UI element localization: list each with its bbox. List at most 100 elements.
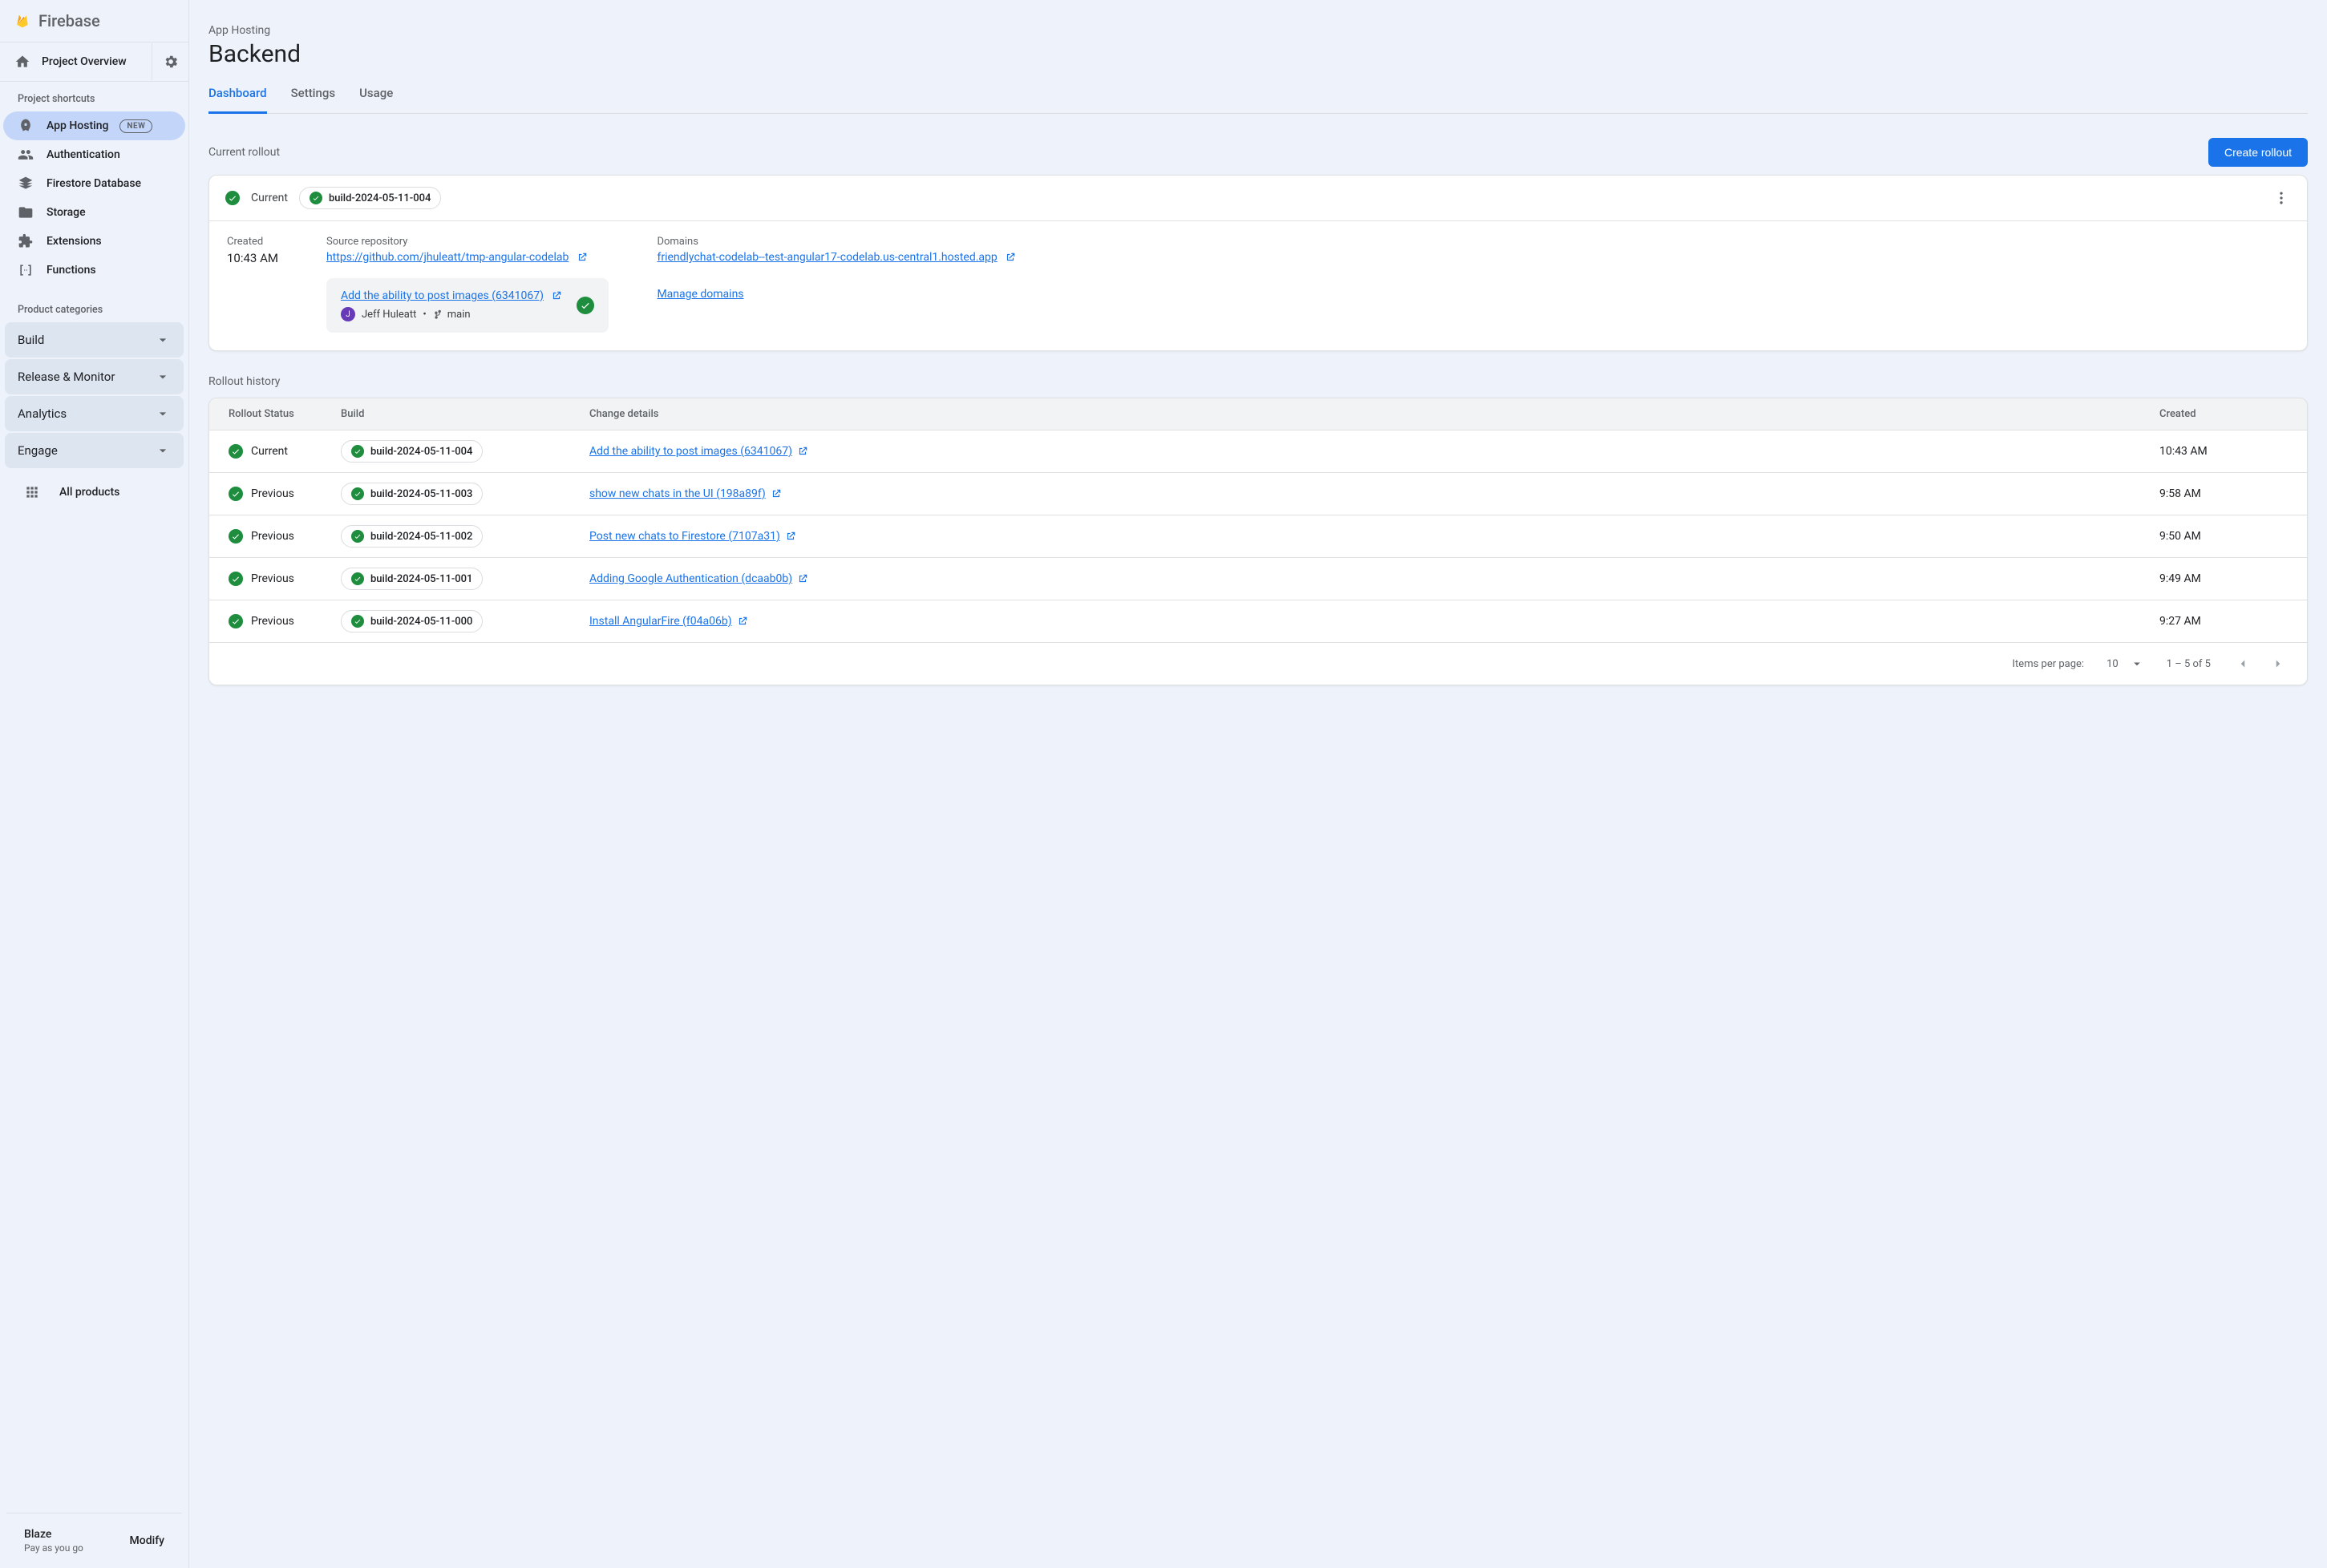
project-overview-label: Project Overview xyxy=(42,55,127,68)
repo-label: Source repository xyxy=(326,236,609,248)
external-link-icon xyxy=(797,446,808,457)
row-created: 9:58 AM xyxy=(2159,487,2288,500)
repo-link[interactable]: https://github.com/jhuleatt/tmp-angular-… xyxy=(326,251,569,264)
branch-icon xyxy=(433,309,444,320)
chevron-down-icon xyxy=(155,332,171,348)
change-link[interactable]: Add the ability to post images (6341067) xyxy=(589,445,792,458)
current-rollout-label: Current rollout xyxy=(208,146,280,159)
page-title: Backend xyxy=(208,40,2308,68)
status-check-icon xyxy=(229,529,243,544)
nav-label: Authentication xyxy=(47,148,120,161)
brand[interactable]: Firebase xyxy=(0,0,188,42)
table-row[interactable]: Previous build-2024-05-11-000 Install Angu… xyxy=(209,600,2307,642)
commit-author: Jeff Huleatt xyxy=(362,309,416,321)
col-status: Rollout Status xyxy=(229,408,341,420)
shortcuts-label: Project shortcuts xyxy=(0,82,188,111)
domains-label: Domains xyxy=(657,236,2289,248)
build-id: build-2024-05-11-001 xyxy=(370,573,472,585)
status-check-icon xyxy=(351,487,364,500)
commit-box: Add the ability to post images (6341067)… xyxy=(326,278,609,333)
status-check-icon xyxy=(229,614,243,628)
dropdown-icon xyxy=(2130,657,2144,671)
project-overview-button[interactable]: Project Overview xyxy=(0,42,152,81)
external-link-icon xyxy=(737,616,748,627)
build-pill[interactable]: build-2024-05-11-004 xyxy=(341,440,483,463)
sidebar-item-firestore[interactable]: Firestore Database xyxy=(3,169,185,198)
commit-branch: main xyxy=(447,309,471,321)
row-created: 9:50 AM xyxy=(2159,530,2288,543)
build-id: build-2024-05-11-002 xyxy=(370,531,472,543)
row-status: Previous xyxy=(251,530,294,543)
created-value: 10:43 AM xyxy=(227,251,278,265)
row-created: 9:27 AM xyxy=(2159,615,2288,628)
category-release-monitor[interactable]: Release & Monitor xyxy=(5,359,184,394)
external-link-icon xyxy=(771,488,782,499)
row-status: Previous xyxy=(251,615,294,628)
tab-usage[interactable]: Usage xyxy=(359,86,393,114)
build-pill[interactable]: build-2024-05-11-001 xyxy=(341,568,483,590)
breadcrumb: App Hosting xyxy=(208,24,2308,37)
row-status: Previous xyxy=(251,572,294,585)
sidebar-item-extensions[interactable]: Extensions xyxy=(3,227,185,256)
change-link[interactable]: Post new chats to Firestore (7107a31) xyxy=(589,530,780,543)
build-id: build-2024-05-11-004 xyxy=(370,446,472,458)
table-row[interactable]: Previousbuild-2024-05-11-003show new cha… xyxy=(209,472,2307,515)
brackets-icon xyxy=(16,262,35,278)
plan-row: Blaze Pay as you go Modify xyxy=(6,1513,182,1568)
layers-icon xyxy=(16,176,35,192)
table-row[interactable]: Current build-2024-05-11-004 Add the abili… xyxy=(209,430,2307,472)
status-check-icon xyxy=(577,297,594,314)
change-link[interactable]: show new chats in the UI (198a89f) xyxy=(589,487,766,500)
build-pill[interactable]: build-2024-05-11-004 xyxy=(299,187,441,209)
col-build: Build xyxy=(341,408,589,420)
project-settings-button[interactable] xyxy=(152,43,188,80)
row-status: Current xyxy=(251,445,288,458)
all-products-button[interactable]: All products xyxy=(0,470,188,515)
build-pill[interactable]: build-2024-05-11-002 xyxy=(341,525,483,548)
chevron-down-icon xyxy=(155,443,171,459)
chevron-down-icon xyxy=(155,369,171,385)
status-check-icon xyxy=(351,615,364,628)
rollout-status: Current xyxy=(251,192,288,204)
category-engage[interactable]: Engage xyxy=(5,433,184,468)
row-created: 9:49 AM xyxy=(2159,572,2288,585)
build-pill[interactable]: build-2024-05-11-003 xyxy=(341,483,483,505)
tab-dashboard[interactable]: Dashboard xyxy=(208,86,267,114)
change-link[interactable]: Install AngularFire (f04a06b) xyxy=(589,615,732,628)
domain-link[interactable]: friendlychat-codelab--test-angular17-cod… xyxy=(657,251,997,264)
change-link[interactable]: Adding Google Authentication (dcaab0b) xyxy=(589,572,792,585)
external-link-icon xyxy=(577,252,588,263)
apps-icon xyxy=(24,484,40,500)
tabs: Dashboard Settings Usage xyxy=(208,86,2308,114)
sidebar-item-app-hosting[interactable]: App Hosting NEW xyxy=(3,111,185,140)
build-pill[interactable]: build-2024-05-11-000 xyxy=(341,610,483,632)
category-build[interactable]: Build xyxy=(5,322,184,358)
nav-label: App Hosting xyxy=(47,119,108,132)
categories-label: Product categories xyxy=(0,293,188,322)
row-created: 10:43 AM xyxy=(2159,445,2288,458)
next-page-button[interactable] xyxy=(2268,654,2288,673)
overflow-menu-button[interactable] xyxy=(2272,188,2291,208)
external-link-icon xyxy=(1005,252,1016,263)
commit-link[interactable]: Add the ability to post images (6341067) xyxy=(341,289,544,302)
manage-domains-link[interactable]: Manage domains xyxy=(657,288,743,301)
sidebar-item-authentication[interactable]: Authentication xyxy=(3,140,185,169)
table-row[interactable]: Previous build-2024-05-11-001 Adding Googl… xyxy=(209,557,2307,600)
table-row[interactable]: Previous build-2024-05-11-002 Post new cha… xyxy=(209,515,2307,557)
table-pager: Items per page: 10 1 – 5 of 5 xyxy=(209,642,2307,685)
sidebar-item-functions[interactable]: Functions xyxy=(3,256,185,285)
page-range: 1 – 5 of 5 xyxy=(2167,658,2211,670)
create-rollout-button[interactable]: Create rollout xyxy=(2208,138,2308,167)
plan-name: Blaze xyxy=(24,1528,83,1541)
category-analytics[interactable]: Analytics xyxy=(5,396,184,431)
prev-page-button[interactable] xyxy=(2233,654,2252,673)
main-content: App Hosting Backend Dashboard Settings U… xyxy=(189,0,2327,1568)
tab-settings[interactable]: Settings xyxy=(291,86,336,114)
new-badge: NEW xyxy=(119,119,152,133)
sidebar-item-storage[interactable]: Storage xyxy=(3,198,185,227)
modify-plan-button[interactable]: Modify xyxy=(130,1534,164,1547)
build-id: build-2024-05-11-004 xyxy=(329,192,431,204)
status-check-icon xyxy=(310,192,322,204)
build-id: build-2024-05-11-003 xyxy=(370,488,472,500)
page-size-select[interactable]: 10 xyxy=(2106,657,2144,671)
